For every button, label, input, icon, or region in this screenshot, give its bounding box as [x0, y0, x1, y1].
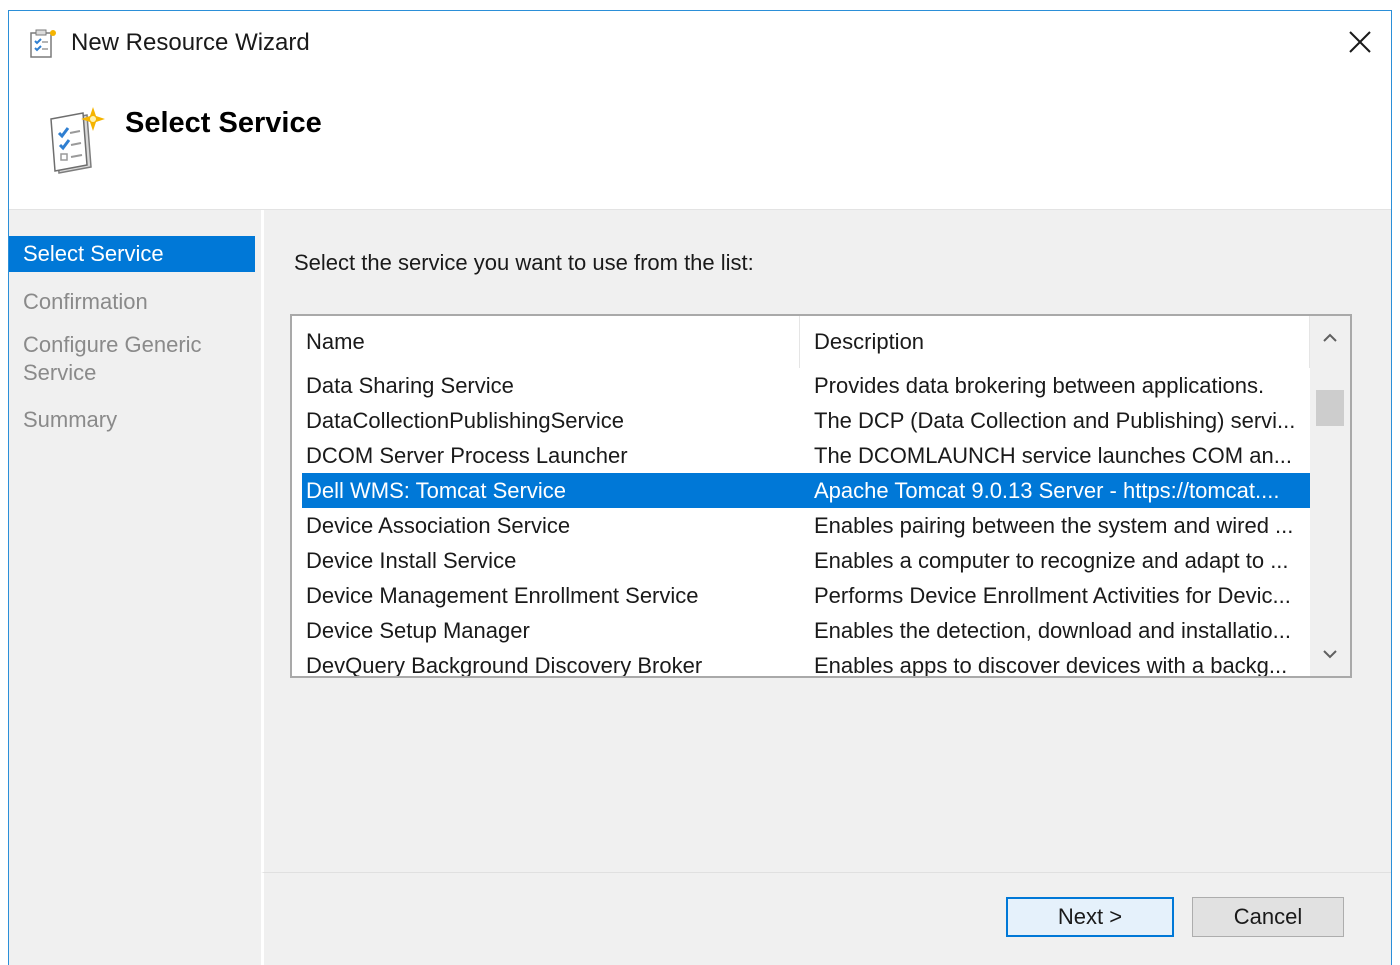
scroll-down-button[interactable]	[1310, 632, 1350, 676]
page-title: Select Service	[125, 107, 322, 139]
list-scrollbar[interactable]	[1310, 316, 1350, 676]
service-list[interactable]: Name Description Data Sharing Service Pr…	[290, 314, 1352, 678]
wizard-app-icon	[27, 27, 59, 59]
cancel-button[interactable]: Cancel	[1192, 897, 1344, 937]
table-row-selected[interactable]: Dell WMS: Tomcat Service Apache Tomcat 9…	[302, 473, 1310, 508]
service-name: DataCollectionPublishingService	[306, 408, 624, 433]
table-row[interactable]: Device Install Service Enables a compute…	[292, 543, 1310, 578]
table-row[interactable]: Data Sharing Service Provides data broke…	[292, 368, 1310, 403]
table-row[interactable]: Device Association Service Enables pairi…	[292, 508, 1310, 543]
service-name: Device Install Service	[306, 548, 517, 573]
table-row[interactable]: DCOM Server Process Launcher The DCOMLAU…	[292, 438, 1310, 473]
chevron-up-icon	[1323, 333, 1337, 342]
close-button[interactable]	[1335, 19, 1385, 65]
chevron-down-icon	[1323, 650, 1337, 659]
wizard-window: New Resource Wizard Select Service Selec…	[8, 10, 1392, 965]
nav-step-summary[interactable]: Summary	[9, 406, 255, 434]
service-description: Apache Tomcat 9.0.13 Server - https://to…	[814, 478, 1280, 503]
wizard-step-nav: Select Service Confirmation Configure Ge…	[9, 210, 261, 965]
service-description: Enables apps to discover devices with a …	[814, 653, 1288, 678]
close-icon	[1349, 31, 1371, 53]
column-header-description[interactable]: Description	[800, 316, 1310, 368]
service-name: Device Setup Manager	[306, 618, 530, 643]
nav-step-configure-generic-service[interactable]: Configure Generic Service	[9, 331, 239, 387]
service-name: Device Management Enrollment Service	[306, 583, 699, 608]
service-name: DevQuery Background Discovery Broker	[306, 653, 703, 678]
service-description: The DCOMLAUNCH service launches COM an..…	[814, 443, 1293, 468]
title-bar: New Resource Wizard	[9, 11, 1391, 73]
window-title: New Resource Wizard	[71, 29, 310, 56]
service-description: Enables the detection, download and inst…	[814, 618, 1291, 643]
next-button[interactable]: Next >	[1006, 897, 1174, 937]
table-row[interactable]: Device Management Enrollment Service Per…	[292, 578, 1310, 613]
service-description: Performs Device Enrollment Activities fo…	[814, 583, 1291, 608]
list-header: Name Description	[292, 316, 1310, 368]
wizard-footer: Next > Cancel	[261, 872, 1391, 965]
instruction-text: Select the service you want to use from …	[294, 250, 754, 275]
service-description: Enables pairing between the system and w…	[814, 513, 1294, 538]
table-row[interactable]: DataCollectionPublishingService The DCP …	[292, 403, 1310, 438]
service-description: The DCP (Data Collection and Publishing)…	[814, 408, 1296, 433]
table-row[interactable]: DevQuery Background Discovery Broker Ena…	[292, 648, 1310, 678]
wizard-checklist-icon	[43, 105, 107, 177]
table-row[interactable]: Device Setup Manager Enables the detecti…	[292, 613, 1310, 648]
wizard-content: Select the service you want to use from …	[261, 210, 1391, 872]
service-description: Provides data brokering between applicat…	[814, 373, 1265, 398]
service-name: Dell WMS: Tomcat Service	[306, 478, 566, 503]
scroll-up-button[interactable]	[1310, 316, 1350, 360]
scroll-thumb[interactable]	[1316, 390, 1344, 426]
nav-step-select-service[interactable]: Select Service	[9, 236, 255, 272]
column-header-name[interactable]: Name	[292, 316, 800, 368]
service-name: DCOM Server Process Launcher	[306, 443, 628, 468]
wizard-header: Select Service	[9, 73, 1391, 209]
list-rows: Data Sharing Service Provides data broke…	[292, 368, 1310, 678]
service-name: Device Association Service	[306, 513, 571, 538]
nav-step-confirmation[interactable]: Confirmation	[9, 288, 255, 316]
service-name: Data Sharing Service	[306, 373, 514, 398]
wizard-body: Select Service Confirmation Configure Ge…	[9, 210, 1391, 965]
service-description: Enables a computer to recognize and adap…	[814, 548, 1289, 573]
